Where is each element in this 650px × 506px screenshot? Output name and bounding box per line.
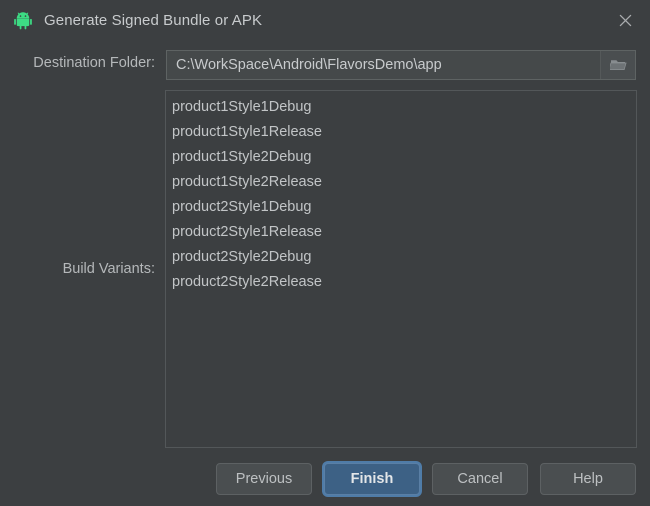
help-button[interactable]: Help [540, 463, 636, 495]
browse-folder-button[interactable] [600, 51, 635, 79]
build-variants-list: product1Style1Debug product1Style1Releas… [166, 91, 636, 295]
folder-icon [609, 60, 627, 70]
dialog-titlebar: Generate Signed Bundle or APK [0, 0, 650, 40]
close-icon [619, 14, 631, 26]
cancel-button[interactable]: Cancel [432, 463, 528, 495]
list-item[interactable]: product1Style1Release [166, 120, 636, 145]
dialog-button-bar: Previous Finish Cancel Help [0, 462, 650, 496]
build-variants-panel[interactable]: product1Style1Debug product1Style1Releas… [165, 90, 637, 448]
previous-button[interactable]: Previous [216, 463, 312, 495]
generate-signed-bundle-dialog: Generate Signed Bundle or APK Destinatio… [0, 0, 650, 506]
list-item[interactable]: product2Style2Release [166, 270, 636, 295]
destination-folder-input[interactable]: C:\WorkSpace\Android\FlavorsDemo\app [167, 51, 600, 79]
destination-folder-field[interactable]: C:\WorkSpace\Android\FlavorsDemo\app [166, 50, 636, 80]
close-button[interactable] [610, 6, 640, 34]
dialog-title: Generate Signed Bundle or APK [44, 11, 263, 29]
list-item[interactable]: product2Style1Debug [166, 195, 636, 220]
destination-folder-label: Destination Folder: [33, 55, 155, 71]
list-item[interactable]: product1Style1Debug [166, 95, 636, 120]
list-item[interactable]: product2Style2Debug [166, 245, 636, 270]
list-item[interactable]: product1Style2Release [166, 170, 636, 195]
android-robot-icon [14, 12, 32, 30]
finish-button[interactable]: Finish [324, 463, 420, 495]
list-item[interactable]: product1Style2Debug [166, 145, 636, 170]
list-item[interactable]: product2Style1Release [166, 220, 636, 245]
build-variants-label: Build Variants: [62, 261, 155, 277]
